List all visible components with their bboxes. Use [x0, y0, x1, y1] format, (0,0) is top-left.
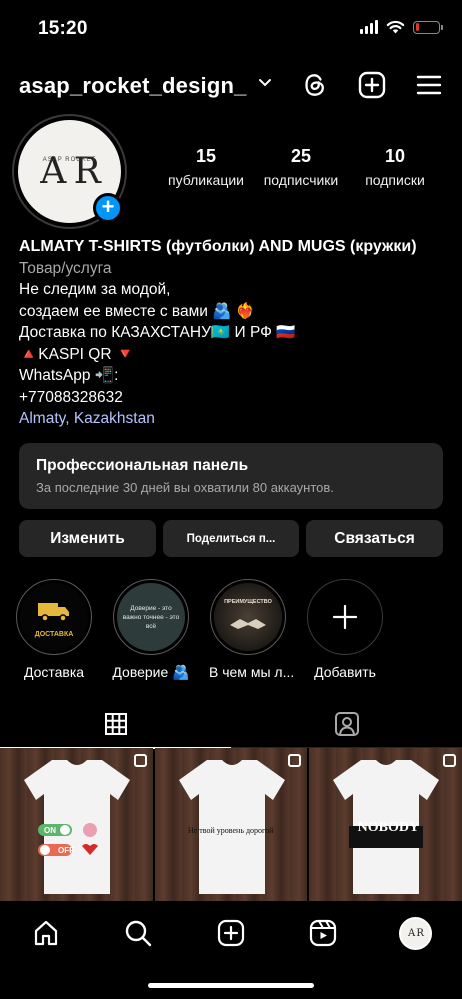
post-toggle-on: ON	[44, 826, 56, 835]
multiple-posts-icon	[133, 754, 147, 767]
panel-title: Профессиональная панель	[36, 457, 249, 474]
nav-create[interactable]	[215, 917, 247, 949]
create-icon	[217, 919, 245, 947]
highlight-cover-text: ДОСТАВКА	[34, 631, 74, 638]
tagged-person-icon	[334, 712, 359, 736]
delivery-truck-icon	[38, 603, 69, 622]
highlight-cover-text: Доверие - это важно точнее - это всё	[122, 604, 180, 630]
highlight-add[interactable]: Добавить	[306, 579, 384, 680]
share-profile-button[interactable]: Поделиться п...	[163, 520, 299, 557]
stat-followers-value: 25	[290, 146, 312, 166]
profile-tabs	[0, 700, 462, 749]
stat-followers-label: подписчики	[263, 172, 339, 188]
bio-line: создаем ее вместе с вами 🫂 ❤️‍🔥	[19, 302, 256, 320]
stat-posts[interactable]: 15 публикации	[163, 146, 249, 188]
highlight-advantages[interactable]: ПРЕИМУЩЕСТВО В чем мы л...	[209, 579, 295, 680]
nav-search[interactable]	[122, 917, 154, 949]
add-story-button[interactable]: +	[93, 193, 123, 223]
create-post-icon[interactable]	[357, 70, 387, 100]
nav-profile-avatar: A R	[408, 928, 424, 939]
menu-icon[interactable]	[414, 70, 444, 100]
stat-following-label: подписки	[365, 172, 425, 188]
search-icon	[125, 920, 152, 947]
nav-profile[interactable]: A R	[399, 917, 432, 950]
username-switcher[interactable]: asap_rocket_design_	[19, 73, 247, 99]
highlight-label: Добавить	[314, 664, 376, 680]
threads-icon[interactable]	[300, 70, 330, 100]
tshirt-image	[24, 760, 130, 894]
bio-line: Не следим за модой,	[19, 281, 171, 298]
stat-following-value: 10	[384, 146, 406, 166]
nav-reels[interactable]	[307, 917, 339, 949]
status-bar: 15:20	[0, 0, 462, 60]
post-thumbnail[interactable]: ON OFF	[0, 748, 153, 901]
post-thumbnail[interactable]: NOBODY	[309, 748, 462, 901]
handshake-icon	[230, 619, 266, 629]
multiple-posts-icon	[443, 754, 457, 767]
stat-posts-label: публикации	[168, 172, 244, 188]
grid-icon	[104, 713, 127, 735]
battery-icon	[413, 20, 443, 34]
home-indicator	[148, 983, 314, 988]
highlight-label: Доставка	[23, 664, 85, 680]
bio-line: WhatsApp 📲:	[19, 367, 119, 384]
posts-grid: ON OFF Не твой уровень дорогой NOBODY	[0, 748, 462, 901]
profile-name: ALMATY T-SHIRTS (футболки) AND MUGS (кру…	[19, 238, 417, 255]
stat-followers[interactable]: 25 подписчики	[256, 146, 346, 188]
post-caption-text: NOBODY	[357, 820, 420, 835]
nav-home[interactable]	[30, 917, 62, 949]
professional-dashboard[interactable]: Профессиональная панель За последние 30 …	[19, 443, 443, 509]
status-time: 15:20	[38, 18, 88, 39]
plus-icon	[332, 604, 358, 630]
contact-button[interactable]: Связаться	[306, 520, 443, 557]
avatar-subtext: ASAP ROCKET	[42, 157, 97, 163]
battery-level	[415, 23, 419, 31]
profile-category: Товар/услуга	[19, 259, 112, 277]
profile-header: asap_rocket_design_	[0, 66, 462, 108]
bio-line: 🔺KASPI QR 🔻	[19, 345, 136, 363]
post-thumbnail[interactable]: Не твой уровень дорогой	[154, 748, 308, 901]
wifi-icon	[386, 20, 405, 34]
highlight-trust[interactable]: Доверие - это важно точнее - это всё Дов…	[112, 579, 190, 681]
post-caption-text: Не твой уровень дорогой	[187, 826, 274, 835]
stat-following[interactable]: 10 подписки	[354, 146, 436, 188]
highlight-delivery[interactable]: ДОСТАВКА Доставка	[15, 579, 93, 680]
cellular-signal-icon	[360, 20, 378, 34]
home-icon	[34, 920, 58, 946]
bio-line: Доставка по КАЗАХСТАНУ🇰🇿 И РФ 🇷🇺	[19, 324, 296, 341]
panel-subtitle: За последние 30 дней вы охватили 80 акка…	[36, 480, 334, 495]
profile-bio: ALMATY T-SHIRTS (футболки) AND MUGS (кру…	[19, 236, 449, 430]
highlight-label: В чем мы л...	[209, 664, 295, 680]
status-icons	[360, 20, 443, 34]
chevron-down-icon[interactable]	[258, 78, 272, 88]
stat-posts-value: 15	[195, 146, 217, 166]
post-toggle-off: OFF	[58, 846, 74, 855]
highlight-label: Доверие 🫂	[112, 664, 190, 680]
profile-location-link[interactable]: Almaty, Kazakhstan	[19, 408, 449, 430]
bio-phone: +77088328632	[19, 388, 123, 406]
reels-icon	[309, 919, 337, 947]
edit-profile-button[interactable]: Изменить	[19, 520, 156, 557]
tab-posts-grid[interactable]	[0, 700, 231, 749]
multiple-posts-icon	[288, 754, 302, 767]
highlight-cover-text: ПРЕИМУЩЕСТВО	[224, 599, 272, 605]
tab-tagged[interactable]	[231, 700, 462, 748]
